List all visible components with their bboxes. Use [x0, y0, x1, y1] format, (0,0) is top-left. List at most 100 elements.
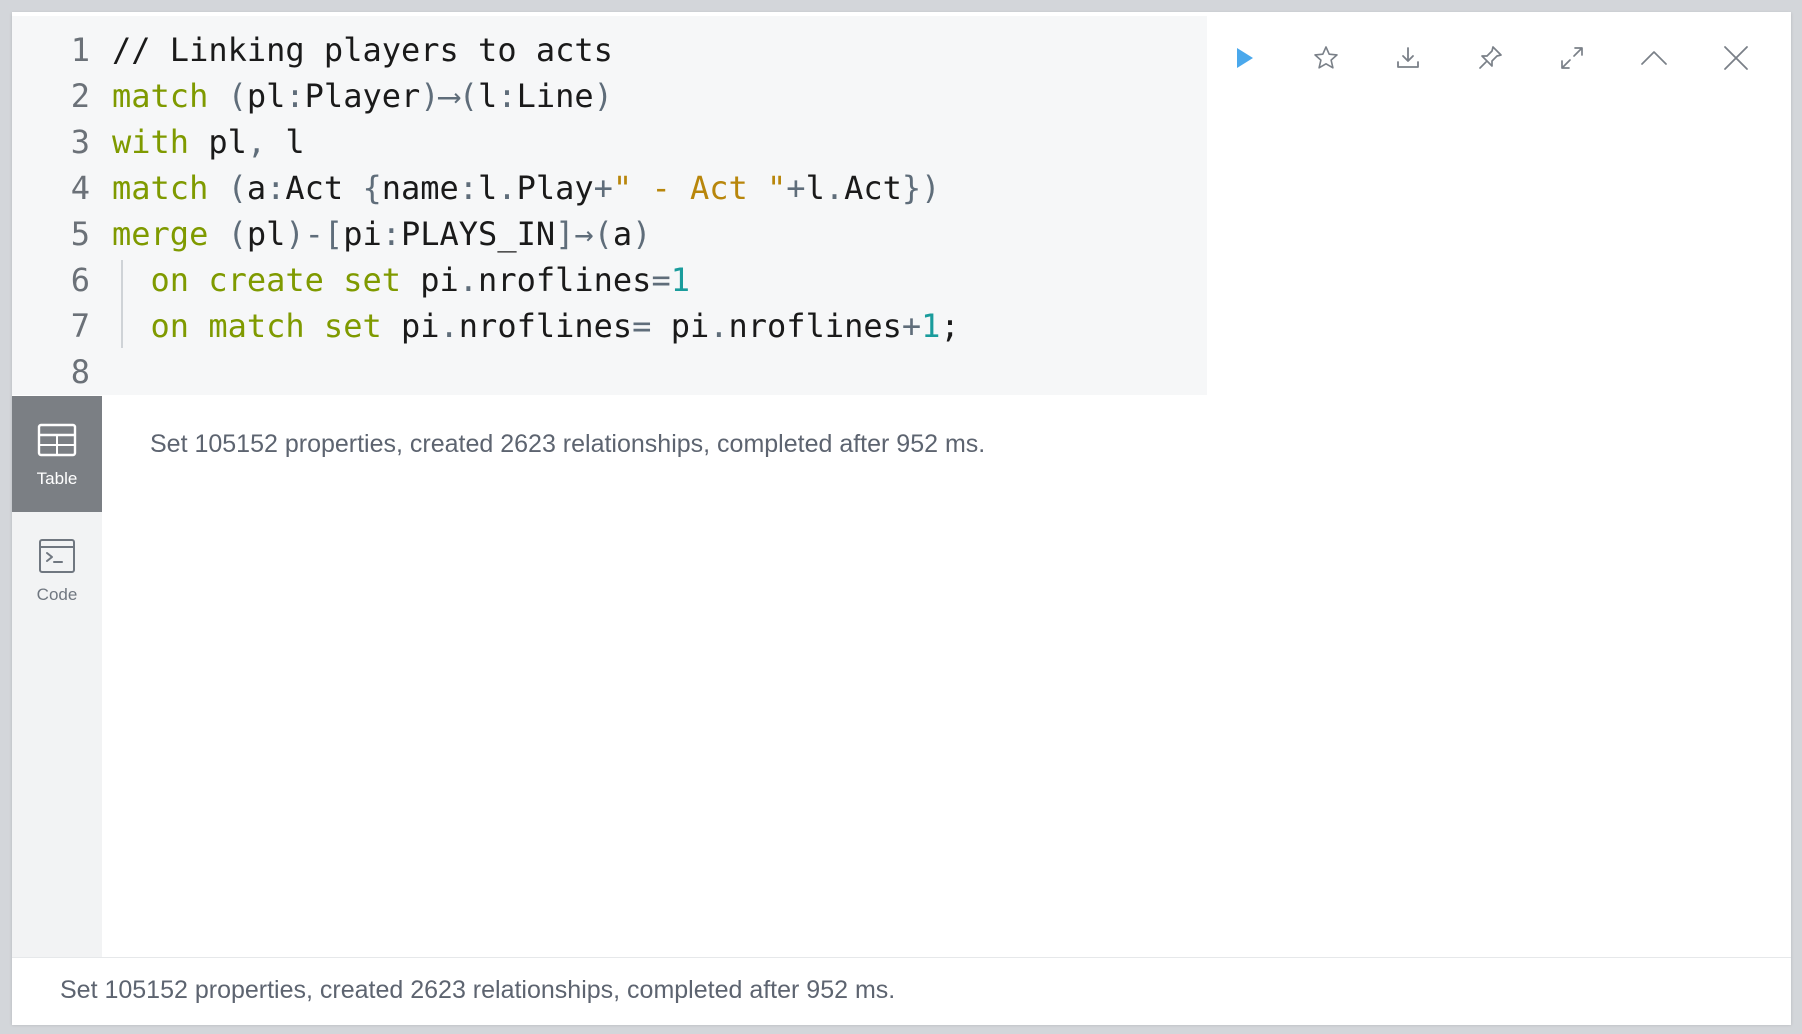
code-token: " - Act " [612, 169, 787, 207]
code-token: pi [343, 215, 382, 253]
code-token: { [362, 169, 382, 207]
code-token: , [246, 123, 267, 161]
line-number: 8 [70, 353, 90, 391]
code-token: l [805, 169, 825, 207]
code-token: ) [632, 215, 652, 253]
terminal-icon [39, 539, 75, 573]
line-number: 2 [70, 77, 90, 115]
code-token: + [901, 307, 922, 345]
code-token: nroflines [478, 261, 652, 299]
code-token: l [478, 169, 498, 207]
code-token: + [593, 169, 613, 207]
code-token: . [824, 169, 845, 207]
tab-code[interactable]: Code [12, 512, 102, 628]
code-token: Line [516, 77, 594, 115]
code-token: . [709, 307, 729, 345]
tab-table[interactable]: Table [12, 396, 102, 512]
code-token: . [497, 169, 517, 207]
code-token: + [786, 169, 806, 207]
line-number: 3 [70, 123, 90, 161]
chevron-up-icon [1641, 51, 1667, 65]
result-frame: 1// Linking players to acts 2 match (pl:Pl… [12, 12, 1791, 1025]
code-token: : [381, 215, 401, 253]
code-token: Player [304, 77, 421, 115]
code-token: pi [400, 261, 459, 299]
line-number: 4 [70, 169, 90, 207]
favorite-button[interactable] [1285, 32, 1367, 84]
code-token: 1 [670, 261, 690, 299]
code-token: pi [381, 307, 440, 345]
code-token: : [266, 169, 286, 207]
tab-table-label: Table [36, 469, 78, 488]
code-line[interactable]: 7 on match set pi.nroflines= pi.nrofline… [12, 303, 960, 349]
download-icon [1397, 47, 1419, 68]
code-token: . [458, 261, 479, 299]
code-token: Act [285, 169, 363, 207]
table-icon [37, 423, 77, 457]
code-token: = [632, 307, 671, 345]
code-token: l [478, 77, 498, 115]
code-token: )⟶( [420, 77, 479, 115]
tab-code-label: Code [36, 585, 78, 604]
code-line[interactable]: 5 merge (pl)-[pi:PLAYS_IN]→(a) [12, 211, 652, 257]
code-token: on match set [150, 307, 382, 345]
play-icon [1237, 48, 1253, 68]
code-token: pl [189, 123, 247, 161]
code-token: ( [227, 169, 247, 207]
code-token: ]→( [555, 215, 613, 253]
code-token: = [651, 261, 671, 299]
code-token: nroflines [728, 307, 902, 345]
expand-icon [1561, 47, 1583, 69]
code-token: name [381, 169, 459, 207]
code-line[interactable]: 1 // Linking players to acts [12, 27, 613, 73]
code-token: a [246, 169, 267, 207]
code-line[interactable]: 3 with pl, l [12, 119, 305, 165]
close-icon [1724, 46, 1748, 70]
frame-toolbar [1203, 32, 1777, 84]
code-token: PLAYS_IN [400, 215, 556, 253]
code-token: : [458, 169, 479, 207]
code-token: ) [593, 77, 613, 115]
code-token: merge [112, 215, 209, 253]
code-token: : [285, 77, 305, 115]
code-token: match [112, 77, 209, 115]
code-token: pl [246, 77, 286, 115]
run-button[interactable] [1203, 32, 1285, 84]
download-button[interactable] [1367, 32, 1449, 84]
code-token: pi [670, 307, 710, 345]
code-token: a [612, 215, 633, 253]
code-line[interactable]: 8 [12, 349, 112, 395]
status-message: Set 105152 properties, created 2623 rela… [60, 976, 896, 1004]
code-token: ( [227, 215, 247, 253]
pin-button[interactable] [1449, 32, 1531, 84]
code-token: : [497, 77, 517, 115]
code-token: . [439, 307, 459, 345]
line-number: 5 [70, 215, 90, 253]
code-token: with [112, 123, 190, 161]
code-token: Play [516, 169, 594, 207]
code-token: )-[ [285, 215, 344, 253]
status-bar: Set 105152 properties, created 2623 rela… [12, 957, 1791, 1025]
code-token: Act [844, 169, 902, 207]
code-line[interactable]: 2 match (pl:Player)⟶(l:Line) [12, 73, 613, 119]
collapse-button[interactable] [1613, 32, 1695, 84]
fullscreen-button[interactable] [1531, 32, 1613, 84]
code-token: l [266, 123, 305, 161]
code-token: // Linking players to acts [112, 31, 613, 69]
code-token: ( [227, 77, 247, 115]
code-token: nroflines [458, 307, 633, 345]
line-number: 7 [70, 307, 90, 345]
result-message: Set 105152 properties, created 2623 rela… [150, 430, 986, 458]
star-icon [1314, 46, 1338, 69]
code-line[interactable]: 4 match (a:Act {name:l.Play+" - Act "+l.A… [12, 165, 941, 211]
code-line[interactable]: 6 on create set pi.nroflines=1 [12, 257, 690, 303]
code-token: pl [246, 215, 286, 253]
line-number: 1 [70, 31, 90, 69]
code-editor[interactable]: 1// Linking players to acts 2 match (pl:Pl… [12, 16, 1207, 395]
pin-icon [1479, 46, 1502, 69]
close-button[interactable] [1695, 32, 1777, 84]
